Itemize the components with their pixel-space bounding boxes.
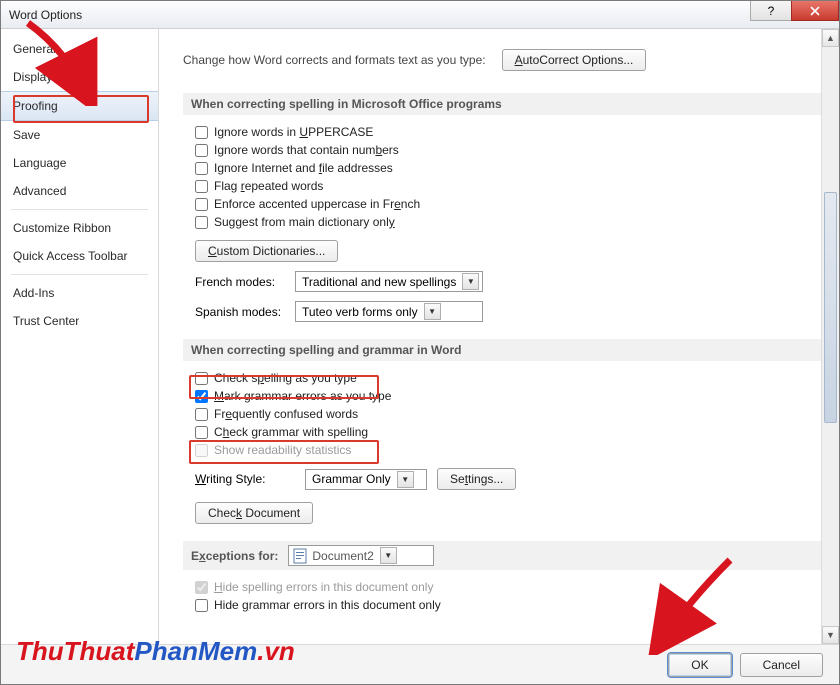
exceptions-opt-label: Hide spelling errors in this document on… <box>214 580 433 594</box>
intro-text: Change how Word corrects and formats tex… <box>183 53 486 67</box>
close-button[interactable] <box>791 1 839 21</box>
exceptions-opt-row: Hide spelling errors in this document on… <box>183 578 821 596</box>
close-icon <box>810 6 820 16</box>
chevron-down-icon: ▼ <box>380 547 397 564</box>
office-spelling-opt-checkbox-0[interactable] <box>195 126 208 139</box>
sidebar-item-quick-access[interactable]: Quick Access Toolbar <box>1 242 158 270</box>
word-spelling-opt-checkbox-1[interactable] <box>195 390 208 403</box>
titlebar: Word Options ? <box>1 1 839 29</box>
writing-style-label: Writing Style: <box>195 472 295 486</box>
spanish-modes-label: Spanish modes: <box>195 305 285 319</box>
word-spelling-opt-row: Frequently confused words <box>183 405 821 423</box>
office-spelling-opt-checkbox-2[interactable] <box>195 162 208 175</box>
chevron-down-icon: ▼ <box>397 471 414 488</box>
word-spelling-opt-checkbox-3[interactable] <box>195 426 208 439</box>
french-modes-label: French modes: <box>195 275 285 289</box>
office-spelling-opt-row: Ignore Internet and file addresses <box>183 159 821 177</box>
office-spelling-opt-checkbox-3[interactable] <box>195 180 208 193</box>
sidebar-item-proofing[interactable]: Proofing <box>1 91 158 121</box>
check-document-button[interactable]: Check Document <box>195 502 313 524</box>
word-spelling-opt-row: Check grammar with spelling <box>183 423 821 441</box>
word-spelling-opt-label: Check spelling as you type <box>214 371 357 385</box>
word-spelling-opt-checkbox-4 <box>195 444 208 457</box>
help-button[interactable]: ? <box>750 1 792 21</box>
vertical-scrollbar[interactable]: ▲ ▼ <box>821 29 839 644</box>
ok-button[interactable]: OK <box>668 653 731 677</box>
word-spelling-opt-label: Show readability statistics <box>214 443 351 457</box>
office-spelling-opt-checkbox-4[interactable] <box>195 198 208 211</box>
word-spelling-opt-checkbox-2[interactable] <box>195 408 208 421</box>
sidebar-item-language[interactable]: Language <box>1 149 158 177</box>
sidebar-item-addins[interactable]: Add-Ins <box>1 279 158 307</box>
word-spelling-opt-label: Frequently confused words <box>214 407 358 421</box>
sidebar-item-display[interactable]: Display <box>1 63 158 91</box>
chevron-down-icon: ▼ <box>462 273 479 290</box>
custom-dictionaries-button[interactable]: Custom Dictionaries... <box>195 240 338 262</box>
word-spelling-opt-label: Mark grammar errors as you type <box>214 389 391 403</box>
spanish-modes-select[interactable]: Tuteo verb forms only ▼ <box>295 301 483 322</box>
scroll-up-button[interactable]: ▲ <box>822 29 839 47</box>
word-spelling-opt-checkbox-0[interactable] <box>195 372 208 385</box>
office-spelling-opt-row: Flag repeated words <box>183 177 821 195</box>
exceptions-opt-checkbox-0 <box>195 581 208 594</box>
exceptions-opt-checkbox-1[interactable] <box>195 599 208 612</box>
office-spelling-opt-checkbox-5[interactable] <box>195 216 208 229</box>
word-spelling-opt-label: Check grammar with spelling <box>214 425 368 439</box>
office-spelling-opt-label: Ignore words in UPPERCASE <box>214 125 373 139</box>
sidebar-item-trust-center[interactable]: Trust Center <box>1 307 158 335</box>
cancel-button[interactable]: Cancel <box>740 653 823 677</box>
office-spelling-opt-row: Suggest from main dictionary only <box>183 213 821 231</box>
window-title: Word Options <box>9 8 82 22</box>
section-header-exceptions: Exceptions for: Document2 ▼ <box>183 541 821 570</box>
document-icon <box>292 548 308 564</box>
office-spelling-opt-row: Enforce accented uppercase in French <box>183 195 821 213</box>
office-spelling-opt-label: Suggest from main dictionary only <box>214 215 395 229</box>
sidebar-item-customize-ribbon[interactable]: Customize Ribbon <box>1 214 158 242</box>
chevron-down-icon: ▼ <box>424 303 441 320</box>
exceptions-opt-row: Hide grammar errors in this document onl… <box>183 596 821 614</box>
word-spelling-opt-row: Mark grammar errors as you type <box>183 387 821 405</box>
scroll-down-button[interactable]: ▼ <box>822 626 839 644</box>
section-header-office-spelling: When correcting spelling in Microsoft Of… <box>183 93 821 115</box>
french-modes-select[interactable]: Traditional and new spellings ▼ <box>295 271 483 292</box>
sidebar-item-advanced[interactable]: Advanced <box>1 177 158 205</box>
exceptions-opt-label: Hide grammar errors in this document onl… <box>214 598 441 612</box>
category-sidebar: General Display Proofing Save Language A… <box>1 29 159 644</box>
word-spelling-opt-row: Show readability statistics <box>183 441 821 459</box>
office-spelling-opt-label: Enforce accented uppercase in French <box>214 197 420 211</box>
dialog-footer: OK Cancel <box>1 644 839 684</box>
office-spelling-opt-row: Ignore words in UPPERCASE <box>183 123 821 141</box>
sidebar-item-general[interactable]: General <box>1 35 158 63</box>
office-spelling-opt-row: Ignore words that contain numbers <box>183 141 821 159</box>
office-spelling-opt-label: Ignore words that contain numbers <box>214 143 399 157</box>
scroll-thumb[interactable] <box>824 192 837 424</box>
autocorrect-options-button[interactable]: AutoCorrect Options... <box>502 49 647 71</box>
writing-style-select[interactable]: Grammar Only ▼ <box>305 469 427 490</box>
office-spelling-opt-label: Flag repeated words <box>214 179 323 193</box>
sidebar-item-save[interactable]: Save <box>1 121 158 149</box>
content-pane: Change how Word corrects and formats tex… <box>159 29 839 644</box>
section-header-word-spelling: When correcting spelling and grammar in … <box>183 339 821 361</box>
word-options-dialog: Word Options ? General Display Proofing … <box>0 0 840 685</box>
settings-button[interactable]: Settings... <box>437 468 516 490</box>
office-spelling-opt-checkbox-1[interactable] <box>195 144 208 157</box>
exceptions-document-select[interactable]: Document2 ▼ <box>288 545 434 566</box>
word-spelling-opt-row: Check spelling as you type <box>183 369 821 387</box>
office-spelling-opt-label: Ignore Internet and file addresses <box>214 161 393 175</box>
